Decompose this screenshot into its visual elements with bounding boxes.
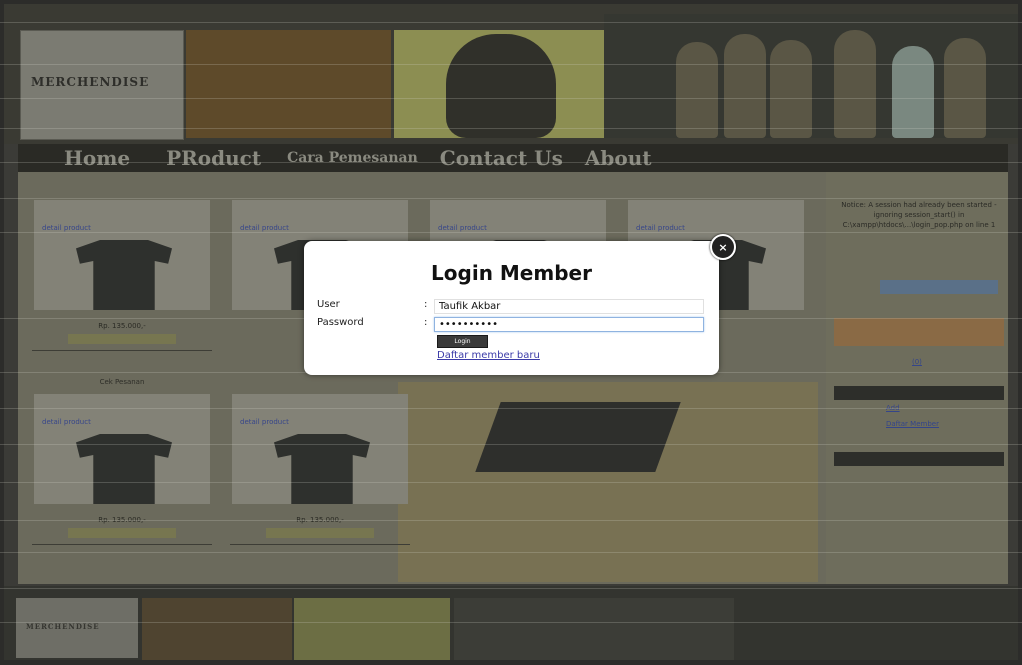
product-detail-link[interactable]: detail product (240, 224, 289, 232)
sidebar-button[interactable] (880, 280, 998, 294)
content-area: detail product Rp. 135.000,- detail prod… (18, 172, 1008, 584)
logo-text: MERCHENDISE (31, 75, 150, 89)
banner-art-1 (186, 30, 391, 138)
sidebar-section-header (834, 386, 1004, 400)
login-modal: × Login Member User : Taufik Akbar Passw… (304, 234, 736, 375)
user-label: User (317, 299, 340, 310)
divider (32, 350, 212, 351)
site-logo[interactable]: MERCHENDISE (20, 30, 184, 140)
product-price: Rp. 135.000,- (98, 322, 146, 330)
footer-art-2 (294, 598, 450, 660)
divider (230, 544, 410, 545)
nav-cara-pemesanan[interactable]: Cara Pemesanan (287, 150, 418, 166)
main-nav: Home PRoduct Cara Pemesanan Contact Us A… (18, 144, 1008, 172)
sidebar-section-header (834, 452, 1004, 466)
buy-button[interactable] (68, 334, 176, 344)
product-detail-link[interactable]: detail product (636, 224, 685, 232)
product-price: Rp. 135.000,- (98, 516, 146, 524)
footer-logo: MERCHENDISE (16, 598, 138, 658)
register-link[interactable]: Daftar member baru (437, 350, 540, 361)
nav-contact-us[interactable]: Contact Us (440, 146, 563, 170)
product-image[interactable]: detail product (34, 200, 210, 310)
buy-button[interactable] (68, 528, 176, 538)
tshirt-image (274, 434, 370, 504)
user-colon: : (424, 299, 428, 310)
product-detail-link[interactable]: detail product (240, 418, 289, 426)
sidebar: Notice: A session had already been start… (826, 172, 1008, 584)
product-detail-link[interactable]: detail product (438, 224, 487, 232)
modal-title: Login Member (431, 261, 592, 285)
close-icon: × (718, 240, 728, 254)
product-detail-link[interactable]: detail product (42, 224, 91, 232)
nav-product[interactable]: PRoduct (166, 146, 261, 170)
banner-art-3 (604, 14, 1018, 138)
cart-count[interactable]: (0) (912, 358, 922, 366)
product-card: detail product Rp. 135.000,- (32, 180, 212, 351)
nav-home[interactable]: Home (64, 146, 130, 170)
user-input[interactable]: Taufik Akbar (434, 299, 704, 314)
login-button[interactable]: Login (437, 335, 488, 348)
footer-logo-text: MERCHENDISE (26, 622, 100, 631)
sidebar-banner (834, 318, 1004, 346)
close-button[interactable]: × (710, 234, 736, 260)
product-image[interactable]: detail product (232, 394, 408, 504)
nav-about[interactable]: About (585, 146, 652, 170)
sidebar-link-add[interactable]: Add (886, 404, 900, 412)
product-image[interactable]: detail product (34, 394, 210, 504)
product-card: Cek Pesanan detail product Rp. 135.000,- (32, 374, 212, 545)
footer: MERCHENDISE (4, 586, 1018, 660)
password-colon: : (424, 317, 428, 328)
product-price: Rp. 135.000,- (296, 516, 344, 524)
product-name: Cek Pesanan (99, 378, 145, 386)
divider (32, 544, 212, 545)
product-card: detail product Rp. 135.000,- (230, 374, 410, 545)
tshirt-image (76, 434, 172, 504)
buy-button[interactable] (266, 528, 374, 538)
sidebar-link-daftar[interactable]: Daftar Member (886, 420, 939, 428)
password-input[interactable]: •••••••••• (434, 317, 704, 332)
footer-art-3 (454, 598, 734, 660)
php-notice: Notice: A session had already been start… (841, 201, 997, 229)
password-label: Password (317, 317, 364, 328)
banner-art-2 (394, 30, 604, 138)
product-detail-link[interactable]: detail product (42, 418, 91, 426)
tshirt-image (76, 240, 172, 310)
footer-art-1 (142, 598, 292, 660)
header-banner: MERCHENDISE (4, 4, 1018, 144)
background-logo (475, 402, 681, 472)
